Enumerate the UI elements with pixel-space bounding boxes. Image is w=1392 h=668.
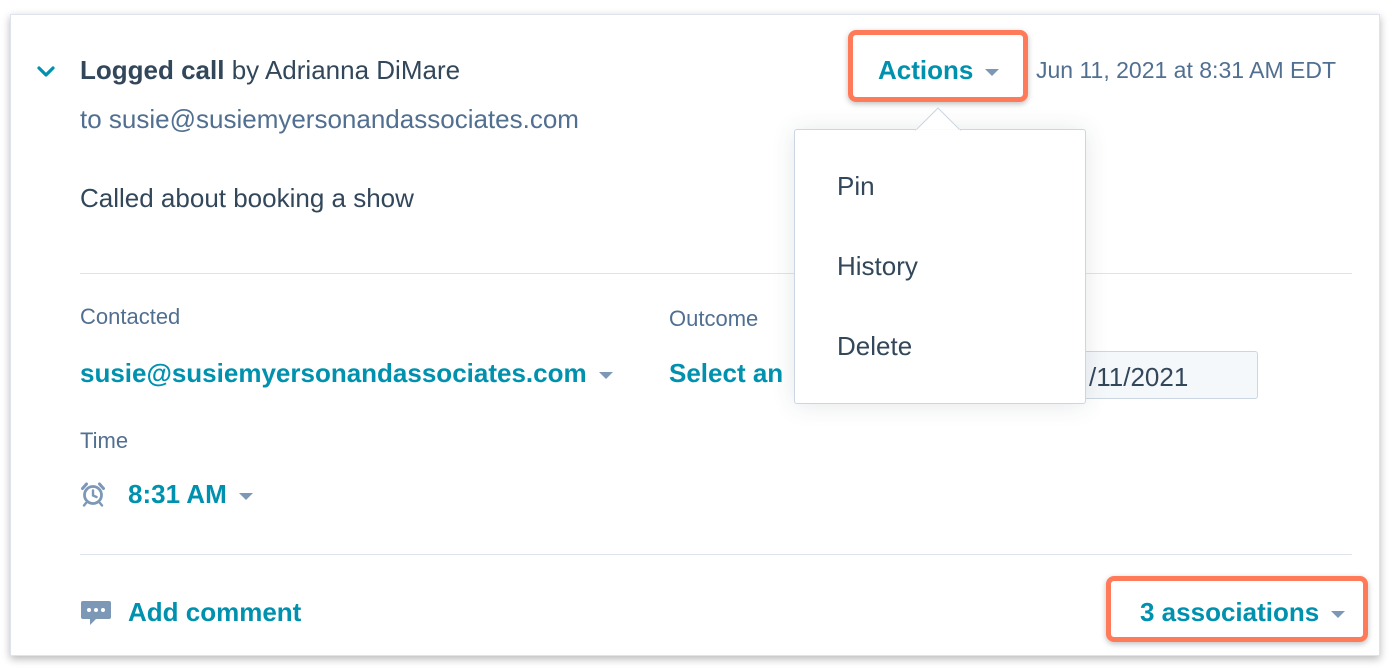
menu-item-delete[interactable]: Delete	[837, 331, 912, 362]
caret-down-icon	[598, 371, 613, 379]
associations-dropdown[interactable]: 3 associations	[1140, 597, 1346, 628]
caret-down-icon	[985, 68, 1000, 76]
divider	[80, 554, 1352, 555]
outcome-dropdown[interactable]: Select an	[669, 358, 783, 389]
contacted-label: Contacted	[80, 304, 181, 329]
add-comment-button[interactable]: Add comment	[128, 597, 301, 628]
menu-item-pin[interactable]: Pin	[837, 171, 875, 202]
recipient-line: to susie@susiemyersonandassociates.com	[80, 104, 579, 134]
menu-pointer	[914, 107, 962, 132]
contacted-dropdown[interactable]: susie@susiemyersonandassociates.com	[80, 358, 613, 389]
activity-timestamp: Jun 11, 2021 at 8:31 AM EDT	[1036, 57, 1337, 83]
activity-type: Logged call	[80, 55, 225, 85]
chevron-down-icon[interactable]	[36, 64, 56, 80]
date-field[interactable]: /11/2021	[1080, 351, 1258, 399]
activity-title: Logged call by Adrianna DiMare	[80, 55, 460, 86]
actions-menu: Pin History Delete	[794, 129, 1086, 404]
by-prefix: by	[231, 55, 260, 85]
outcome-label: Outcome	[669, 306, 759, 331]
time-value: 8:31 AM	[128, 479, 227, 509]
comment-icon	[81, 601, 111, 625]
alarm-clock-icon	[81, 482, 105, 507]
time-label: Time	[80, 428, 129, 453]
time-dropdown[interactable]: 8:31 AM	[128, 479, 253, 510]
call-note[interactable]: Called about booking a show	[80, 183, 414, 214]
divider	[80, 273, 1352, 274]
caret-down-icon	[238, 492, 253, 500]
menu-item-history[interactable]: History	[837, 251, 918, 282]
associations-label: 3 associations	[1140, 597, 1320, 627]
actions-button[interactable]: Actions	[878, 55, 1000, 86]
contacted-value: susie@susiemyersonandassociates.com	[80, 358, 587, 388]
author-name: Adrianna DiMare	[264, 55, 461, 85]
caret-down-icon	[1331, 610, 1346, 618]
actions-label: Actions	[878, 55, 974, 85]
